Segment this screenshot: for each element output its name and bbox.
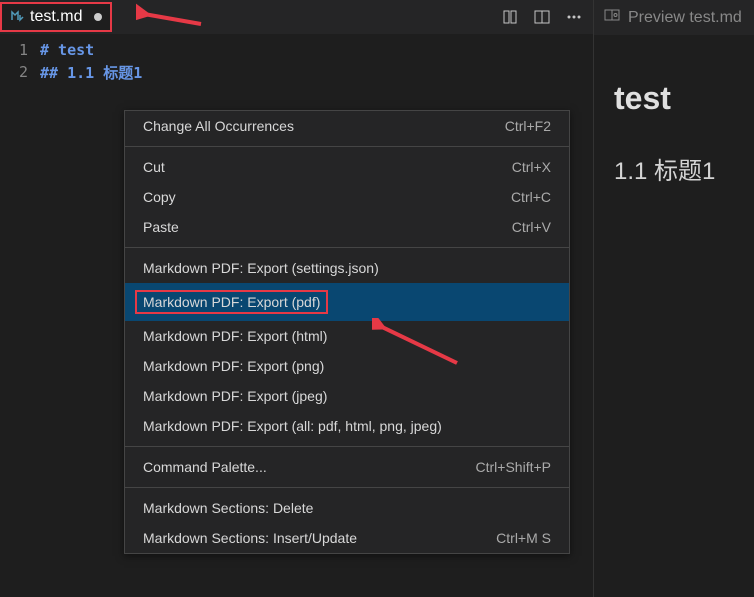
menu-separator	[125, 446, 569, 447]
menu-item-shortcut: Ctrl+M S	[496, 530, 551, 546]
menu-item-label: Copy	[143, 189, 176, 205]
editor-pane: test.md 1# test2## 1.1 标题1 Change All Oc…	[0, 0, 594, 597]
menu-separator	[125, 487, 569, 488]
tab-filename: test.md	[30, 8, 82, 26]
menu-item-label: Markdown PDF: Export (html)	[143, 328, 327, 344]
code-line[interactable]: 2## 1.1 标题1	[0, 61, 593, 83]
code-content: ## 1.1 标题1	[40, 62, 142, 83]
menu-item[interactable]: Change All Occurrences Ctrl+F2	[125, 111, 569, 141]
menu-item-label: Markdown PDF: Export (all: pdf, html, pn…	[143, 418, 442, 434]
split-editor-icon[interactable]	[533, 8, 551, 26]
menu-item[interactable]: Markdown PDF: Export (pdf)	[125, 283, 569, 321]
preview-icon	[604, 7, 620, 28]
menu-item-shortcut: Ctrl+V	[512, 219, 551, 235]
menu-item-shortcut: Ctrl+F2	[505, 118, 551, 134]
line-number: 1	[0, 41, 40, 59]
menu-item-shortcut: Ctrl+Shift+P	[476, 459, 551, 475]
editor-tab-bar: test.md	[0, 0, 593, 35]
preview-tab-label: Preview test.md	[628, 9, 742, 27]
menu-item[interactable]: Markdown PDF: Export (jpeg)	[125, 381, 569, 411]
annotation-arrow-menu	[372, 318, 462, 368]
file-tab[interactable]: test.md	[0, 2, 112, 32]
menu-item-label: Change All Occurrences	[143, 118, 294, 134]
annotation-arrow-tab	[136, 2, 206, 32]
menu-item[interactable]: Markdown PDF: Export (png)	[125, 351, 569, 381]
menu-item[interactable]: Markdown PDF: Export (all: pdf, html, pn…	[125, 411, 569, 441]
menu-item-label: Cut	[143, 159, 165, 175]
code-line[interactable]: 1# test	[0, 39, 593, 61]
menu-item-label: Markdown PDF: Export (jpeg)	[143, 388, 327, 404]
menu-item[interactable]: Copy Ctrl+C	[125, 182, 569, 212]
diff-icon[interactable]	[501, 8, 519, 26]
menu-item-label: Command Palette...	[143, 459, 267, 475]
menu-item-label: Markdown PDF: Export (png)	[143, 358, 324, 374]
markdown-file-icon	[10, 9, 24, 26]
menu-item-label: Markdown Sections: Delete	[143, 500, 313, 516]
line-number: 2	[0, 63, 40, 81]
code-content: # test	[40, 41, 94, 59]
menu-item[interactable]: Paste Ctrl+V	[125, 212, 569, 242]
preview-tab-bar: Preview test.md	[594, 0, 754, 35]
menu-item[interactable]: Markdown Sections: Insert/Update Ctrl+M S	[125, 523, 569, 553]
preview-heading-2: 1.1 标题1	[614, 151, 734, 186]
preview-pane: Preview test.md test 1.1 标题1	[594, 0, 754, 597]
menu-item[interactable]: Command Palette... Ctrl+Shift+P	[125, 452, 569, 482]
menu-item[interactable]: Markdown PDF: Export (html)	[125, 321, 569, 351]
menu-item[interactable]: Cut Ctrl+X	[125, 152, 569, 182]
dirty-indicator-icon	[94, 13, 102, 21]
menu-item-label: Markdown Sections: Insert/Update	[143, 530, 357, 546]
menu-item-shortcut: Ctrl+X	[512, 159, 551, 175]
code-editor[interactable]: 1# test2## 1.1 标题1	[0, 35, 593, 87]
menu-item-label: Markdown PDF: Export (settings.json)	[143, 260, 379, 276]
menu-item[interactable]: Markdown PDF: Export (settings.json)	[125, 253, 569, 283]
preview-content: test 1.1 标题1	[594, 35, 754, 206]
menu-item[interactable]: Markdown Sections: Delete	[125, 493, 569, 523]
more-actions-icon[interactable]	[565, 8, 583, 26]
preview-heading-1: test	[614, 80, 734, 117]
menu-separator	[125, 146, 569, 147]
menu-item-label: Paste	[143, 219, 179, 235]
menu-item-shortcut: Ctrl+C	[511, 189, 551, 205]
context-menu: Change All Occurrences Ctrl+F2 Cut Ctrl+X Co…	[124, 110, 570, 554]
menu-item-label: Markdown PDF: Export (pdf)	[135, 290, 328, 314]
menu-separator	[125, 247, 569, 248]
